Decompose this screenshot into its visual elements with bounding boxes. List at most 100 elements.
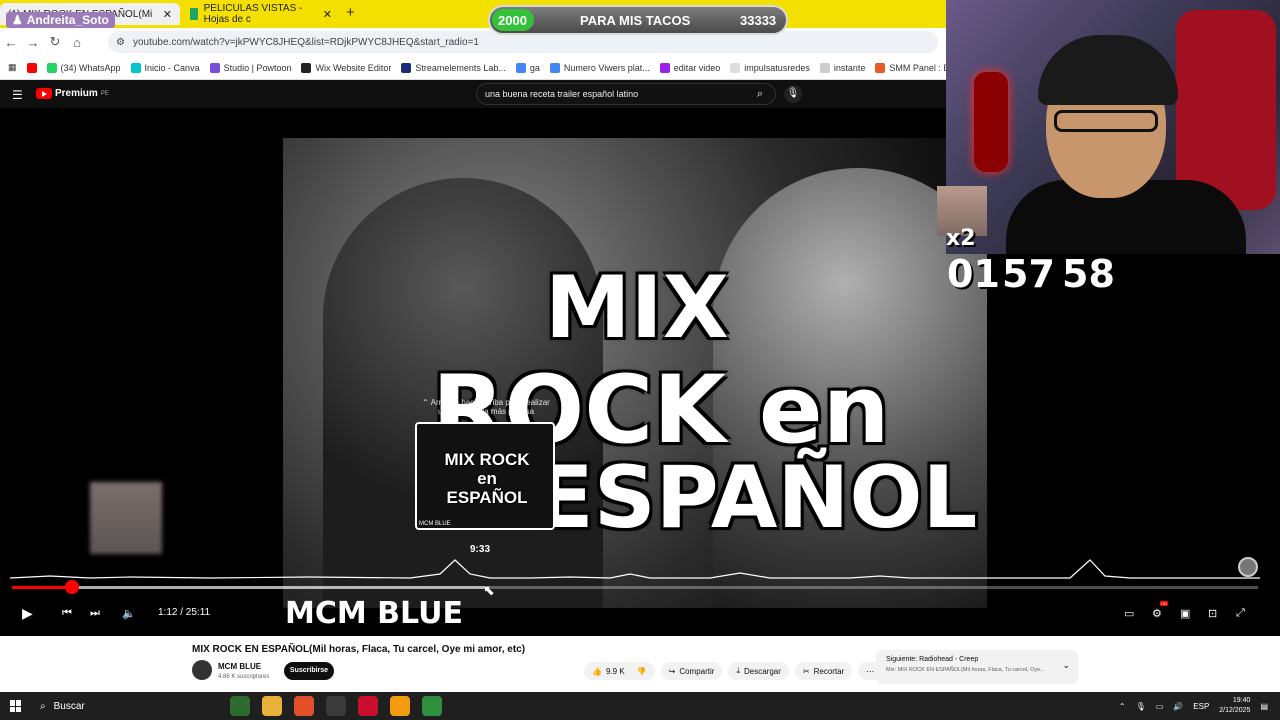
reload-icon[interactable]: ↻ xyxy=(44,34,66,50)
taskbar-search[interactable]: ⌕ Buscar xyxy=(34,692,224,720)
scrubber-handle[interactable] xyxy=(64,580,79,594)
search-icon: ⌕ xyxy=(40,700,46,712)
miniplayer-icon[interactable]: ▣ xyxy=(1180,607,1190,620)
apps-icon[interactable]: ▦ xyxy=(8,62,17,73)
bookmark-icon xyxy=(819,62,830,73)
menu-icon[interactable]: ☰ xyxy=(12,88,23,102)
play-icon[interactable]: ▶ xyxy=(22,605,33,622)
logo-text: Premium xyxy=(55,88,98,99)
like-button[interactable]: 👍 9.9 K 👎 xyxy=(584,662,655,680)
url-text: youtube.com/watch?v=jkPWYC8JHEQ&list=RDj… xyxy=(132,36,479,48)
next-title: Siguiente: Radiohead - Creep xyxy=(886,656,979,663)
bookmark-item[interactable]: ga xyxy=(515,62,540,73)
share-label: Compartir xyxy=(679,666,715,676)
video-title: MIX ROCK EN ESPAÑOL(Mil horas, Flaca, Tu… xyxy=(192,644,526,655)
preview-title: MIX ROCK en ESPAÑOL xyxy=(444,450,530,507)
bookmark-item[interactable]: Studio | Powtoon xyxy=(209,62,291,73)
back-icon[interactable]: ← xyxy=(0,35,22,50)
bookmark-item[interactable]: impulsatusredes xyxy=(730,62,810,73)
windows-start-icon[interactable] xyxy=(10,700,22,712)
bookmark-item[interactable]: Inicio - Canva xyxy=(130,62,200,73)
system-tray: ⌃ 🎙 ▭ 🔊 ESP 19:40 2/12/2025 ▤ xyxy=(1119,692,1268,720)
seek-hint-text: Arrastra hacia arriba para realizar una … xyxy=(430,398,550,416)
chrome-icon[interactable] xyxy=(230,696,250,716)
taskbar-search-label: Buscar xyxy=(53,700,85,712)
search-input[interactable]: una buena receta trailer español latino xyxy=(476,83,776,105)
bookmark-item[interactable]: (34) WhatsApp xyxy=(46,62,121,73)
app-icon[interactable] xyxy=(390,696,410,716)
bookmark-label: instante xyxy=(833,62,866,73)
bookmark-icon xyxy=(730,62,741,73)
subscriber-count: 4.88 K suscriptores xyxy=(218,674,270,680)
brave-icon[interactable] xyxy=(294,696,314,716)
viewer-name: Andreita_Soto xyxy=(26,13,109,27)
bookmark-item[interactable]: instante xyxy=(819,62,866,73)
close-icon[interactable]: ✕ xyxy=(323,8,332,21)
tab-sheets[interactable]: PELICULAS VISTAS - Hojas de c ✕ xyxy=(182,3,340,25)
obs-icon[interactable] xyxy=(326,696,346,716)
home-icon[interactable]: ⌂ xyxy=(66,35,88,50)
video-info: MIX ROCK EN ESPAÑOL(Mil horas, Flaca, Tu… xyxy=(0,636,1280,692)
bookmark-item[interactable]: Numero Viwers plat... xyxy=(549,62,650,73)
windows-taskbar: ⌕ Buscar ⌃ 🎙 ▭ 🔊 ESP 19:40 2/12/2025 ▤ xyxy=(0,692,1280,720)
subscribe-button[interactable]: Suscribirse xyxy=(284,662,334,680)
youtube-bookmark[interactable] xyxy=(26,62,37,73)
endcard-avatar[interactable] xyxy=(1238,557,1258,577)
share-icon: ↪ xyxy=(668,666,676,676)
bookmarks-bar: ▦ (34) WhatsApp Inicio - Canva Studio | Po… xyxy=(0,56,946,80)
language-indicator[interactable]: ESP xyxy=(1193,702,1209,711)
next-up-card[interactable]: Siguiente: Radiohead - Creep Mix: MIX RO… xyxy=(876,650,1078,684)
subtitles-icon[interactable]: ▭ xyxy=(1124,607,1134,620)
scissors-icon: ✂ xyxy=(802,666,810,676)
bookmark-item[interactable]: Streamelements Lab... xyxy=(401,62,506,73)
mic-icon[interactable]: 🎙 xyxy=(784,85,802,103)
download-button[interactable]: ⤓ Descargar xyxy=(728,662,789,680)
bookmark-label: Wix Website Editor xyxy=(315,62,392,73)
site-info-icon[interactable]: ⚙ xyxy=(116,37,125,48)
previous-icon[interactable]: ⏮ xyxy=(62,607,72,620)
timer-minutes: 57 xyxy=(1002,252,1055,296)
gamepad-icon[interactable] xyxy=(422,696,442,716)
channel-name[interactable]: MCM BLUE xyxy=(218,662,261,671)
bookmark-item[interactable]: Wix Website Editor xyxy=(301,62,392,73)
chevron-up-icon[interactable]: ⌃ xyxy=(1119,702,1126,711)
download-label: Descargar xyxy=(744,666,781,676)
chevron-up-icon: ⌃ xyxy=(422,398,429,407)
bookmark-item[interactable]: editar video xyxy=(659,62,720,73)
bookmark-item[interactable]: SMM Panel : Best &... xyxy=(875,62,946,73)
avatar[interactable] xyxy=(192,660,212,680)
streamer-webcam xyxy=(946,0,1280,254)
youtube-icon xyxy=(26,62,37,73)
settings-icon[interactable]: ⚙ xyxy=(1152,607,1162,620)
youtube-logo[interactable]: Premium PE xyxy=(36,88,109,99)
volume-icon[interactable]: 🔈 xyxy=(122,607,136,620)
network-icon[interactable]: ▭ xyxy=(1156,702,1164,711)
chevron-down-icon[interactable]: ⌄ xyxy=(1062,660,1070,671)
app-icon[interactable] xyxy=(358,696,378,716)
folder-icon[interactable] xyxy=(262,696,282,716)
share-button[interactable]: ↪ Compartir xyxy=(660,662,723,680)
new-tab-button[interactable]: + xyxy=(346,4,355,21)
mouse-cursor-icon: ⬉ xyxy=(483,582,495,598)
region-code: PE xyxy=(100,90,109,97)
bookmark-icon xyxy=(209,62,220,73)
mic-icon[interactable]: 🎙 xyxy=(1136,702,1146,711)
bookmark-icon xyxy=(549,62,560,73)
download-icon: ⤓ xyxy=(736,666,740,675)
notifications-icon[interactable]: ▤ xyxy=(1260,702,1268,711)
bookmark-label: impulsatusredes xyxy=(744,62,810,73)
youtube-header: ☰ Premium PE una buena receta trailer es… xyxy=(0,80,946,108)
seek-preview: MIX ROCK en ESPAÑOL MCM BLUE xyxy=(415,422,555,530)
volume-icon[interactable]: 🔊 xyxy=(1173,702,1183,711)
browser-tabbar: (1) MIX ROCK EN ESPAÑOL(Mi ✕ PELICULAS V… xyxy=(0,0,946,28)
screen: { "browser": { "tabs": [ {"label": "(1) … xyxy=(0,0,1280,720)
clock[interactable]: 19:40 2/12/2025 xyxy=(1219,696,1250,716)
next-icon[interactable]: ⏭ xyxy=(90,607,100,620)
close-icon[interactable]: ✕ xyxy=(163,8,172,21)
clip-button[interactable]: ✂ Recortar xyxy=(794,662,853,680)
fullscreen-icon[interactable]: ⤢ xyxy=(1236,607,1245,620)
search-icon[interactable]: ⌕ xyxy=(746,84,774,104)
cast-icon[interactable]: ⊡ xyxy=(1208,607,1217,620)
forward-icon[interactable]: → xyxy=(22,35,44,50)
thumbs-down-icon[interactable]: 👎 xyxy=(637,667,647,676)
